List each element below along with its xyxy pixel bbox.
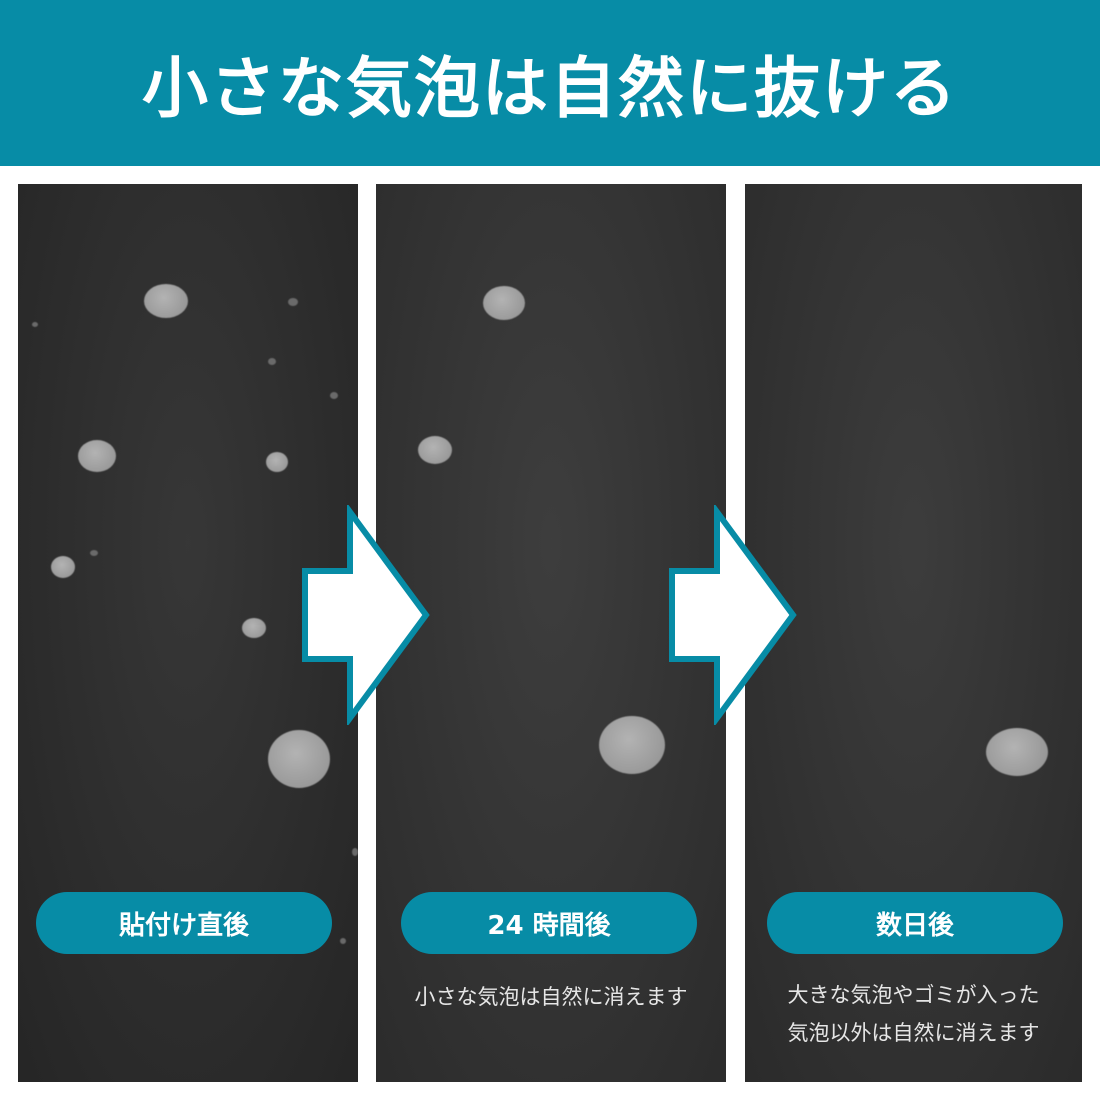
- air-bubble: [483, 286, 525, 320]
- dust-speck: [340, 938, 346, 944]
- title-banner: 小さな気泡は自然に抜ける: [0, 0, 1100, 166]
- stage-caption: 小さな気泡は自然に消えます: [376, 978, 726, 1016]
- air-bubble: [51, 556, 75, 578]
- dust-speck: [90, 550, 98, 556]
- stage-label-pill: 24 時間後: [401, 892, 697, 954]
- dust-speck: [288, 298, 298, 306]
- air-bubble: [144, 284, 188, 318]
- right-arrow-icon: [302, 505, 430, 725]
- stage-label: 24 時間後: [487, 910, 611, 941]
- stage-label-pill: 貼付け直後: [36, 892, 332, 954]
- air-bubble: [418, 436, 452, 464]
- dust-speck: [352, 848, 358, 856]
- air-bubble: [599, 716, 665, 774]
- stage-label: 数日後: [875, 910, 954, 941]
- stage-label: 貼付け直後: [118, 910, 249, 941]
- dust-speck: [32, 322, 38, 327]
- stage-label-pill: 数日後: [767, 892, 1063, 954]
- air-bubble: [986, 728, 1048, 776]
- page-title: 小さな気泡は自然に抜ける: [142, 50, 958, 127]
- right-arrow-icon: [669, 505, 797, 725]
- dust-speck: [268, 358, 276, 365]
- air-bubble: [268, 730, 330, 788]
- stage-caption: 大きな気泡やゴミが入った 気泡以外は自然に消えます: [745, 976, 1082, 1052]
- air-bubble: [266, 452, 288, 472]
- air-bubble: [242, 618, 266, 638]
- caption-line: 気泡以外は自然に消えます: [787, 1021, 1040, 1045]
- dust-speck: [330, 392, 338, 399]
- caption-line: 小さな気泡は自然に消えます: [414, 985, 688, 1009]
- caption-line: 大きな気泡やゴミが入った: [787, 983, 1040, 1007]
- air-bubble: [78, 440, 116, 472]
